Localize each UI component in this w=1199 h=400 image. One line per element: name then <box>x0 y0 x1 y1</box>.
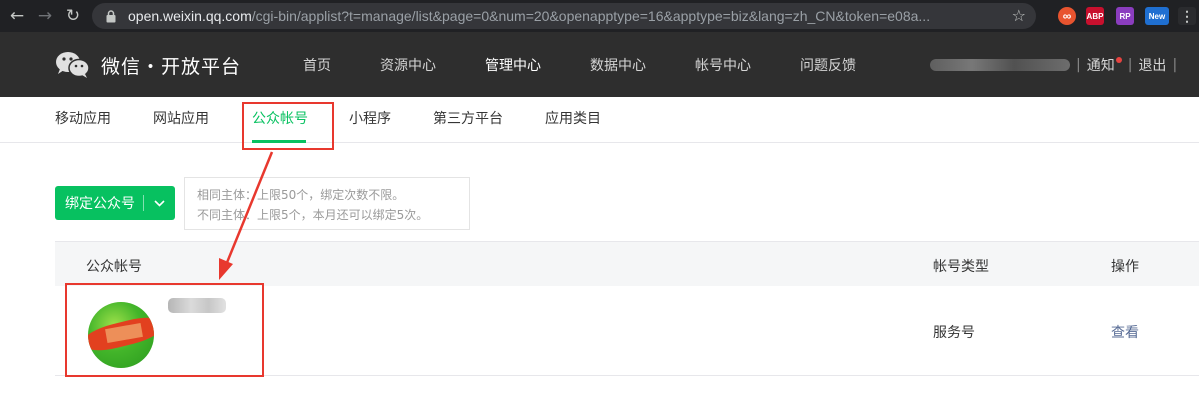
col-action: 操作 <box>1111 259 1139 275</box>
user-area: | 通知 | 退出 | <box>930 32 1183 97</box>
account-type-value: 服务号 <box>933 325 975 341</box>
subnav-third-party[interactable]: 第三方平台 <box>433 97 503 143</box>
nav-feedback[interactable]: 问题反馈 <box>783 32 873 97</box>
lock-icon <box>102 9 120 23</box>
notify-label: 通知 <box>1086 57 1115 74</box>
logo[interactable]: 微信・开放平台 <box>55 50 241 80</box>
subnav-app-categories[interactable]: 应用类目 <box>545 97 601 143</box>
subnav-mini-programs[interactable]: 小程序 <box>349 97 391 143</box>
col-official-account: 公众帐号 <box>86 259 142 275</box>
annotation-highlight-tab <box>242 102 334 150</box>
view-link[interactable]: 查看 <box>1111 322 1139 342</box>
col-account-type: 帐号类型 <box>933 259 989 275</box>
bind-limit-tooltip: 相同主体：上限50个，绑定次数不限。 不同主体：上限5个，本月还可以绑定5次。 <box>184 177 470 230</box>
infinity-extension-icon[interactable]: ∞ <box>1058 7 1076 25</box>
subnav-mobile-apps[interactable]: 移动应用 <box>55 97 111 143</box>
rp-extension-icon[interactable]: RP <box>1116 7 1134 25</box>
username-redacted[interactable] <box>930 58 1070 71</box>
adblock-extension-icon[interactable]: ABP <box>1086 7 1104 25</box>
browser-toolbar: ← → ↻ open.weixin.qq.com/cgi-bin/applist… <box>0 0 1199 32</box>
url-path: /cgi-bin/applist?t=manage/list&page=0&nu… <box>251 8 931 24</box>
sub-nav: 移动应用 网站应用 公众帐号 小程序 第三方平台 应用类目 <box>0 97 1199 143</box>
table-header: 公众帐号 帐号类型 操作 <box>55 241 1199 286</box>
tip-same-entity: 相同主体：上限50个，绑定次数不限。 <box>197 188 405 202</box>
address-bar[interactable]: open.weixin.qq.com/cgi-bin/applist?t=man… <box>92 3 1036 29</box>
new-extension-icon[interactable]: New <box>1145 7 1169 25</box>
site-header: 微信・开放平台 首页 资源中心 管理中心 数据中心 帐号中心 问题反馈 | 通知… <box>0 32 1199 97</box>
back-arrow-icon[interactable]: ← <box>6 5 28 27</box>
url-text: open.weixin.qq.com/cgi-bin/applist?t=man… <box>128 8 1008 24</box>
nav-data[interactable]: 数据中心 <box>573 32 663 97</box>
divider: | <box>1127 56 1133 73</box>
logout-link[interactable]: 退出 <box>1138 55 1166 75</box>
bind-account-button[interactable]: 绑定公众号 <box>55 186 175 220</box>
reload-icon[interactable]: ↻ <box>62 5 84 27</box>
logo-text: 微信・开放平台 <box>101 55 242 78</box>
forward-arrow-icon[interactable]: → <box>34 5 56 27</box>
subnav-web-apps[interactable]: 网站应用 <box>153 97 209 143</box>
tip-different-entity: 不同主体：上限5个，本月还可以绑定5次。 <box>197 208 429 222</box>
bind-button-label: 绑定公众号 <box>65 196 135 212</box>
notification-dot <box>1115 56 1122 63</box>
main-nav: 首页 资源中心 管理中心 数据中心 帐号中心 问题反馈 <box>286 32 888 97</box>
url-host: open.weixin.qq.com <box>128 8 252 24</box>
nav-resources[interactable]: 资源中心 <box>363 32 453 97</box>
chevron-down-icon[interactable] <box>144 199 175 207</box>
wechat-logo-icon <box>56 52 90 78</box>
nav-account[interactable]: 帐号中心 <box>678 32 768 97</box>
divider: | <box>1076 56 1081 73</box>
annotation-highlight-account <box>65 283 264 377</box>
bookmark-star-icon[interactable]: ☆ <box>1012 6 1026 25</box>
menu-icon[interactable]: ⋮ <box>1178 7 1196 25</box>
divider: | <box>1172 56 1178 73</box>
nav-home[interactable]: 首页 <box>286 32 348 97</box>
nav-management[interactable]: 管理中心 <box>468 32 558 97</box>
notify-link[interactable]: 通知 <box>1087 55 1122 75</box>
